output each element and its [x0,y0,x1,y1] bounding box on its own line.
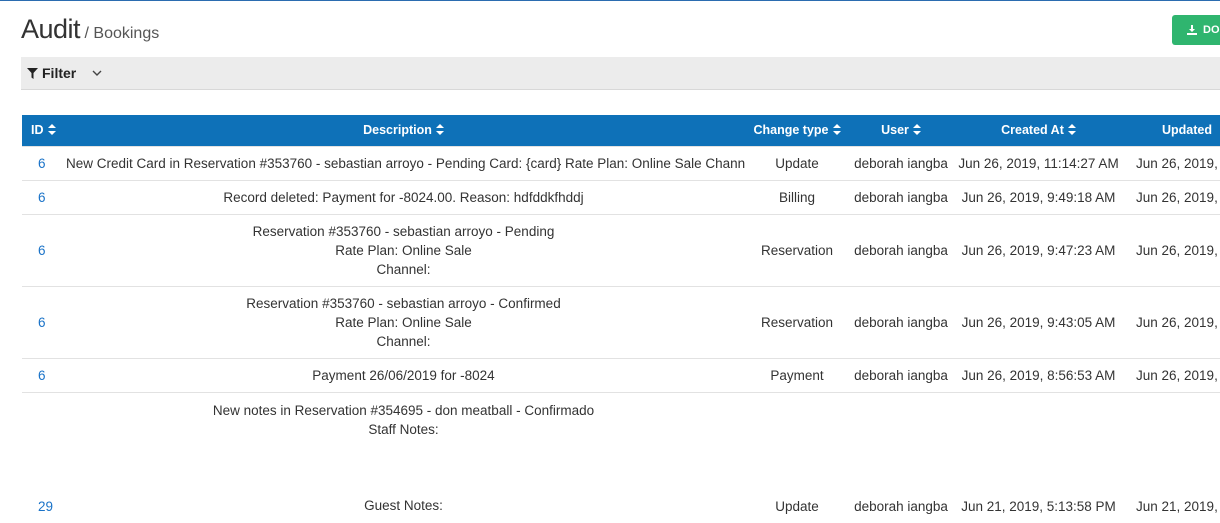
row-description: Record deleted: Payment for -8024.00. Re… [62,179,745,214]
row-created-at: Jun 26, 2019, 9:49:18 AM [953,179,1124,214]
page-title: Audit / Bookings [21,14,159,45]
description-line: Channel: [376,333,431,349]
filter-bar: Filter [21,57,1220,90]
table-row: 6 Reservation #353760 - sebastian arroyo… [22,213,1220,286]
table-row: 6 Payment 26/06/2019 for -8024 Payment d… [22,357,1220,392]
row-created-at: Jun 26, 2019, 9:43:05 AM [953,285,1124,358]
row-user: deborah iangba [849,213,953,286]
row-change-type: Update [745,391,849,522]
top-border [0,0,1220,1]
description-line: Reservation #353760 - sebastian arroyo -… [252,223,555,239]
row-description: Payment 26/06/2019 for -8024 [62,357,745,392]
row-change-type: Payment [745,357,849,392]
row-id-link[interactable]: 6 [22,179,62,214]
sort-icon [912,124,921,136]
row-updated-at: Jun 26, 2019, 9 [1124,179,1220,214]
row-change-type: Billing [745,179,849,214]
row-user: deborah iangba [849,391,953,522]
description-line: Payment 26/06/2019 for -8024 [312,367,495,383]
row-id-link[interactable]: 6 [22,285,62,358]
row-change-type: Update [745,145,849,180]
sort-icon [435,124,444,136]
row-change-type: Reservation [745,285,849,358]
row-user: deborah iangba [849,357,953,392]
row-description: New notes in Reservation #354695 - don m… [62,391,745,522]
row-user: deborah iangba [849,179,953,214]
column-header-created-at[interactable]: Created At [953,115,1124,146]
page-title-main: Audit [21,14,81,44]
audit-table-container: ID Description Change type User Created … [22,115,1220,522]
filter-toggle[interactable]: Filter [27,65,102,81]
download-button[interactable]: DO [1172,15,1220,45]
table-row: 6 Reservation #353760 - sebastian arroyo… [22,285,1220,358]
row-description: Reservation #353760 - sebastian arroyo -… [62,213,745,286]
row-created-at: Jun 26, 2019, 8:56:53 AM [953,357,1124,392]
description-line: Rate Plan: Online Sale [335,242,472,258]
row-created-at: Jun 21, 2019, 5:13:58 PM [953,391,1124,522]
table-header-row: ID Description Change type User Created … [22,115,1220,146]
description-line [66,477,741,496]
description-line: Rate Plan: Online Sale [335,314,472,330]
description-line: New Credit Card in Reservation #353760 -… [66,155,745,171]
row-user: deborah iangba [849,285,953,358]
row-updated-at: Jun 26, 2019, 11 [1124,145,1220,180]
description-line: Guest Notes: [364,497,443,513]
row-updated-at: Jun 21, 2019, 5 [1124,391,1220,522]
table-row: 6 New Credit Card in Reservation #353760… [22,145,1220,180]
row-created-at: Jun 26, 2019, 9:47:23 AM [953,213,1124,286]
row-updated-at: Jun 26, 2019, 8 [1124,357,1220,392]
table-row: 29 New notes in Reservation #354695 - do… [22,391,1220,522]
row-id-link[interactable]: 6 [22,145,62,180]
table-row: 6 Record deleted: Payment for -8024.00. … [22,179,1220,214]
description-line: Staff Notes: [368,421,439,437]
row-change-type: Reservation [745,213,849,286]
audit-table: ID Description Change type User Created … [22,115,1220,522]
row-description: New Credit Card in Reservation #353760 -… [62,145,745,180]
column-header-user[interactable]: User [849,115,953,146]
row-user: deborah iangba [849,145,953,180]
filter-label: Filter [42,65,77,81]
column-header-change-type[interactable]: Change type [745,115,849,146]
sort-icon [832,124,841,136]
row-id-link[interactable]: 6 [22,357,62,392]
column-header-updated-at[interactable]: Updated [1124,115,1220,146]
breadcrumb: / Bookings [84,25,160,42]
description-line: Reservation #353760 - sebastian arroyo -… [246,295,561,311]
description-line: New notes in Reservation #354695 - don m… [212,402,595,418]
row-updated-at: Jun 26, 2019, 9 [1124,285,1220,358]
column-header-id[interactable]: ID [22,115,62,146]
row-created-at: Jun 26, 2019, 11:14:27 AM [953,145,1124,180]
description-line [66,458,741,477]
description-line: Channel: [376,261,431,277]
sort-icon [1067,124,1076,136]
row-updated-at: Jun 26, 2019, 9 [1124,213,1220,286]
sort-icon [47,124,56,136]
filter-icon [27,67,38,79]
row-id-link[interactable]: 29 [22,391,62,522]
row-id-link[interactable]: 6 [22,213,62,286]
download-icon [1187,25,1197,35]
chevron-down-icon [92,70,102,76]
row-description: Reservation #353760 - sebastian arroyo -… [62,285,745,358]
download-button-label: DO [1203,24,1220,36]
description-line [66,439,741,458]
description-line: Record deleted: Payment for -8024.00. Re… [223,189,584,205]
column-header-description[interactable]: Description [62,115,745,146]
